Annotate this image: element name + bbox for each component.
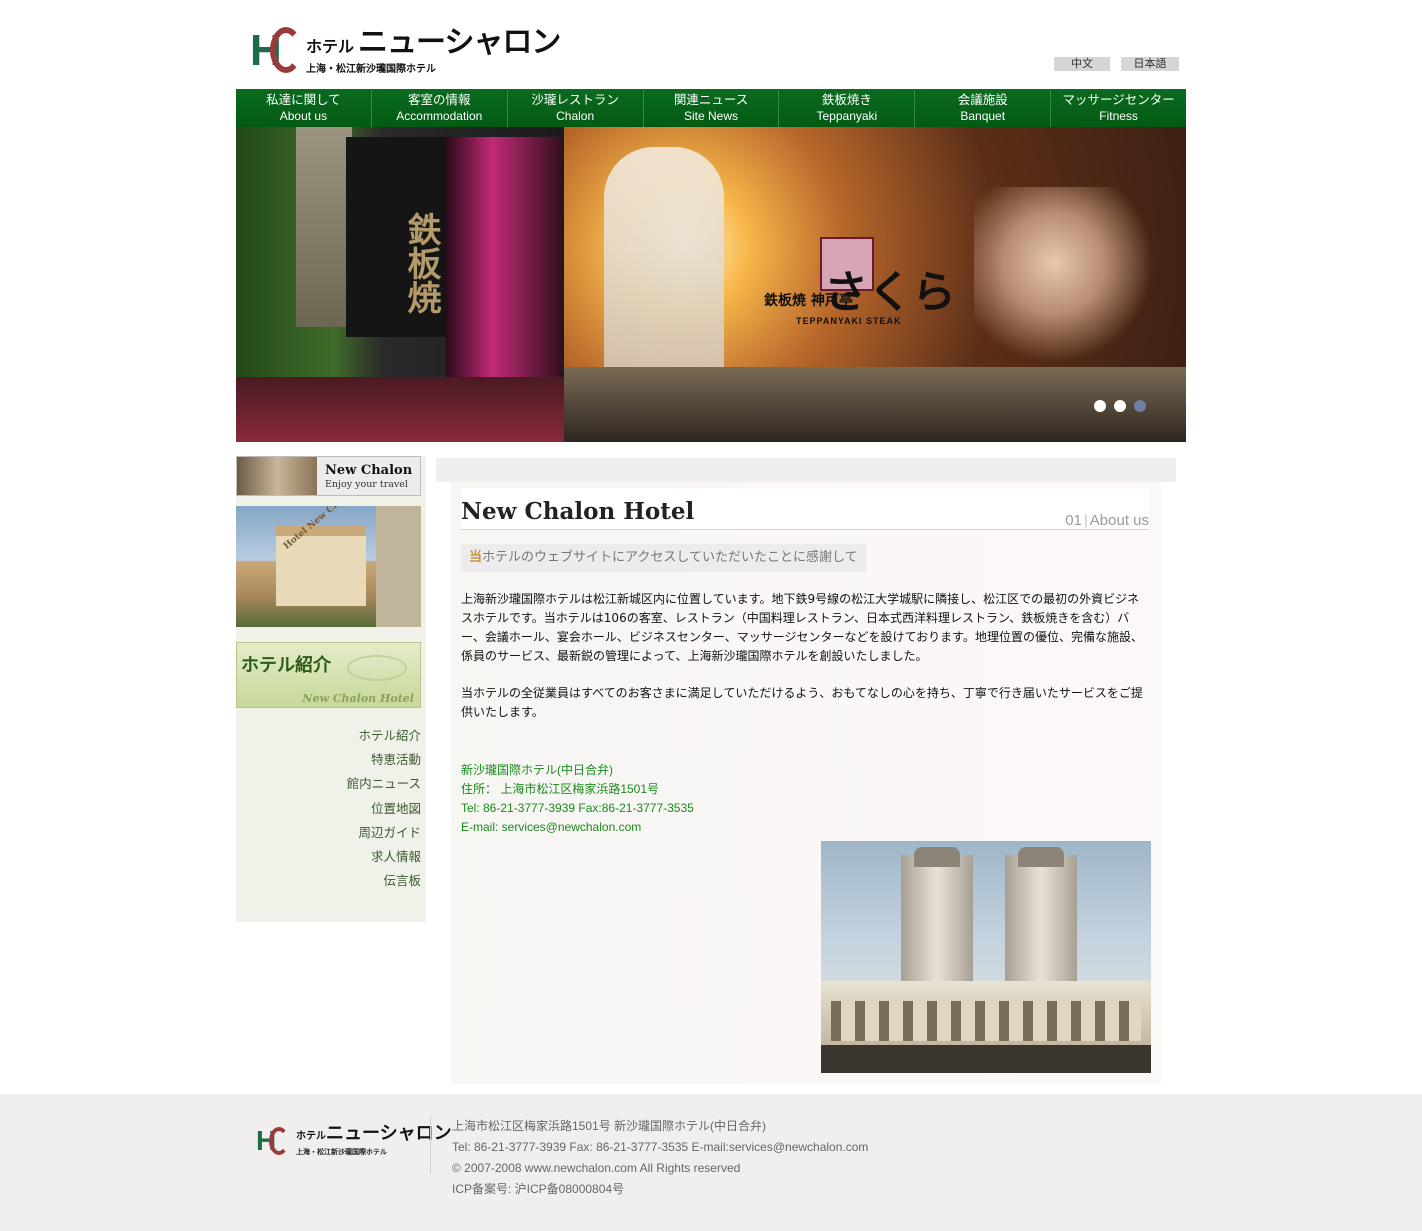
footer-address: 上海市松江区梅家浜路1501号 新沙瓏国際ホテル(中日合弁) [452,1119,767,1133]
sidebar-menu: ホテル紹介 特恵活動 館内ニュース 位置地図 周辺ガイド 求人情報 伝言板 [236,724,421,893]
restaurant-entrance-photo: 鉄板焼 [236,127,564,442]
footer-copyright: © 2007-2008 www.newchalon.com All Rights… [452,1161,741,1175]
footer-logo-name: ニューシャロン [326,1123,452,1144]
hotel-entrance-photo: Hotel New Chalon [236,506,421,627]
nav-chalon[interactable]: 沙瓏レストラン Chalon [508,89,644,127]
nav-teppanyaki[interactable]: 鉄板焼き Teppanyaki [779,89,916,127]
brand-name: さくら [824,267,956,318]
sidebar-item-special-offers[interactable]: 特恵活動 [236,748,421,772]
nav-label-jp: 沙瓏レストラン [531,92,619,107]
logo-text: ホテル ニューシャロン 上海・松江新沙瓏国際ホテル [306,25,561,76]
sidebar-item-jobs[interactable]: 求人情報 [236,845,421,869]
footer-logo[interactable]: H ホテルニューシャロン 上海・松江新沙瓏国際ホテル [256,1124,452,1157]
footer-logo-subtitle: 上海・松江新沙瓏国際ホテル [296,1148,387,1156]
footer-icp: ICP备案号: 沪ICP备08000804号 [452,1182,625,1196]
nav-label-jp: マッサージセンター [1062,92,1175,107]
new-chalon-badge[interactable]: New Chalon Enjoy your travel [236,456,421,496]
badge-subtitle: Enjoy your travel [325,478,408,490]
sidebar: New Chalon Enjoy your travel Hotel New C… [236,456,426,922]
contact-info: 新沙瓏国際ホテル(中日合弁) 住所： 上海市松江区梅家浜路1501号 Tel: … [461,761,694,837]
noren-text: 鉄板焼 [401,212,441,314]
contact-address: 住所： 上海市松江区梅家浜路1501号 [461,782,660,796]
content-top-bar [436,458,1176,482]
section-name: About us [1089,512,1149,529]
nav-label-jp: 客室の情報 [408,92,471,107]
slide-dot-1[interactable] [1094,400,1106,412]
ornament-icon [347,655,407,681]
teppanyaki-brand: 鉄板焼 神戸亭 さくら TEPPANYAKI STEAK [764,268,956,327]
nav-accommodation[interactable]: 客室の情報 Accommodation [372,89,508,127]
slide-dot-3[interactable] [1134,400,1146,412]
hotel-building-photo [821,841,1151,1073]
logo-kana: ホテル [306,37,355,56]
nav-label-jp: 私達に関して [266,92,341,107]
logo-subtitle: 上海・松江新沙瓏国際ホテル [306,64,436,75]
nav-label-jp: 関連ニュース [673,92,749,107]
contact-company: 新沙瓏国際ホテル(中日合弁) [461,763,613,777]
teppanyaki-dining-photo: 鉄板焼 神戸亭 さくら TEPPANYAKI STEAK [564,127,1186,442]
nav-label-en: Site News [683,109,739,123]
welcome-first-char: 当 [469,550,483,565]
hero-banner[interactable]: 鉄板焼 鉄板焼 神戸亭 さくら TEPPANYAKI STEAK [236,127,1186,442]
footer: H ホテルニューシャロン 上海・松江新沙瓏国際ホテル 上海市松江区梅家浜路150… [0,1094,1422,1231]
nav-label-en: Teppanyaki [816,109,878,123]
nav-label-en: About us [279,109,328,123]
badge-title: New Chalon [325,462,413,478]
intro-paragraph: 上海新沙瓏国際ホテルは松江新城区内に位置しています。地下鉄9号線の松江大学城駅に… [461,592,1143,663]
page-title: New Chalon Hotel [461,498,695,525]
nav-label-jp: 会議施設 [957,92,1008,107]
hotel-logo[interactable]: H ホテル ニューシャロン 上海・松江新沙瓏国際ホテル [250,26,570,76]
hc-logo-mark: H [250,27,302,75]
section-title-en: New Chalon Hotel [302,692,414,705]
section-number: 01 [1065,512,1082,529]
room-thumbnail [237,457,317,495]
welcome-banner: 当ホテルのウェブサイトにアクセスしていただいたことに感謝して [461,544,866,572]
footer-info: 上海市松江区梅家浜路1501号 新沙瓏国際ホテル(中日合弁) Tel: 86-2… [452,1116,868,1200]
nav-fitness[interactable]: マッサージセンター Fitness [1051,89,1186,127]
main-nav: 私達に関して About us 客室の情報 Accommodation 沙瓏レス… [236,89,1186,127]
nav-label-en: Accommodation [396,109,483,123]
page: H ホテル ニューシャロン 上海・松江新沙瓏国際ホテル 中文 日本語 私達に関し… [0,0,1422,1231]
nav-label-en: Banquet [960,109,1006,123]
sidebar-item-location-map[interactable]: 位置地図 [236,797,421,821]
footer-contact: Tel: 86-21-3777-3939 Fax: 86-21-3777-353… [452,1140,869,1154]
title-row: New Chalon Hotel 01 | About us [461,488,1149,530]
nav-label-en: Chalon [556,109,595,123]
contact-phone: Tel: 86-21-3777-3939 Fax:86-21-3777-3535 [461,801,694,815]
slide-indicator [1094,400,1146,412]
nav-label-en: Fitness [1099,109,1138,123]
service-paragraph: 当ホテルの全従業員はすべてのお客さまに満足していただけるよう、おもてなしの心を持… [461,686,1143,719]
lang-chinese-button[interactable]: 中文 [1054,57,1110,71]
nav-about-us[interactable]: 私達に関して About us [236,89,372,127]
nav-site-news[interactable]: 関連ニュース Site News [644,89,780,127]
sidebar-item-hotel-intro[interactable]: ホテル紹介 [236,724,421,748]
sidebar-item-area-guide[interactable]: 周辺ガイド [236,821,421,845]
section-label: 01 | About us [1065,512,1149,529]
hc-logo-mark: H [256,1125,292,1156]
sidebar-section-header: ホテル紹介 New Chalon Hotel [236,642,421,708]
sidebar-item-message-board[interactable]: 伝言板 [236,869,421,893]
nav-label-jp: 鉄板焼き [821,92,872,107]
lang-japanese-button[interactable]: 日本語 [1121,57,1179,71]
welcome-text: ホテルのウェブサイトにアクセスしていただいたことに感謝して [482,550,858,565]
footer-logo-kana: ホテル [296,1131,326,1142]
sidebar-item-hotel-news[interactable]: 館内ニュース [236,772,421,796]
slide-dot-2[interactable] [1114,400,1126,412]
footer-divider [430,1116,431,1174]
logo-name: ニューシャロン [358,25,561,60]
main-content: New Chalon Hotel 01 | About us 当ホテルのウェブサイト… [451,482,1161,1084]
contact-email[interactable]: E-mail: services@newchalon.com [461,818,694,837]
section-title-jp: ホテル紹介 [241,655,331,676]
nav-banquet[interactable]: 会議施設 Banquet [915,89,1052,127]
